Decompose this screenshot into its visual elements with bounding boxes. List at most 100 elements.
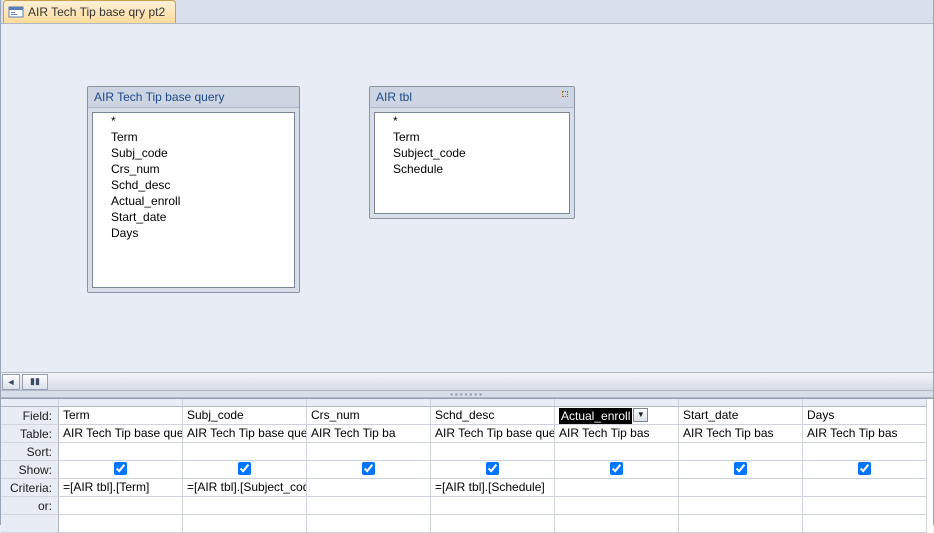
grid-cell[interactable] <box>307 497 431 515</box>
field-item[interactable]: Days <box>93 225 294 241</box>
grid-cell[interactable] <box>555 497 679 515</box>
grid-cell[interactable]: AIR Tech Tip base que <box>59 425 183 443</box>
grid-cell[interactable]: Subj_code <box>183 407 307 425</box>
grid-cell[interactable] <box>555 443 679 461</box>
show-checkbox[interactable] <box>858 462 871 475</box>
grid-cell[interactable]: Start_date <box>679 407 803 425</box>
column-header[interactable] <box>555 399 679 407</box>
tab-bar: AIR Tech Tip base qry pt2 <box>1 0 933 24</box>
grid-cell[interactable] <box>803 443 927 461</box>
grid-cell[interactable]: AIR Tech Tip bas <box>803 425 927 443</box>
selected-field[interactable]: Actual_enroll <box>559 408 632 424</box>
grid-cell[interactable]: =[AIR tbl].[Term] <box>59 479 183 497</box>
show-checkbox[interactable] <box>114 462 127 475</box>
grid-cell[interactable] <box>679 461 803 479</box>
grid-cell[interactable] <box>803 497 927 515</box>
dropdown-button[interactable]: ▼ <box>633 408 648 422</box>
scroll-track[interactable] <box>49 374 933 390</box>
grid-cell[interactable] <box>431 515 555 533</box>
field-list[interactable]: *TermSubj_codeCrs_numSchd_descActual_enr… <box>92 112 295 288</box>
show-checkbox[interactable] <box>486 462 499 475</box>
scroll-left-button[interactable]: ◄ <box>2 374 20 390</box>
show-checkbox[interactable] <box>734 462 747 475</box>
grid-cell[interactable]: AIR Tech Tip ba <box>307 425 431 443</box>
column-header[interactable] <box>183 399 307 407</box>
field-item[interactable]: Crs_num <box>93 161 294 177</box>
grid-cell[interactable] <box>431 461 555 479</box>
grid-cell[interactable] <box>803 515 927 533</box>
grid-cell[interactable]: AIR Tech Tip base quer <box>431 425 555 443</box>
row-label: Sort: <box>1 443 59 461</box>
grid-cell[interactable] <box>183 497 307 515</box>
show-checkbox[interactable] <box>610 462 623 475</box>
grid-cell[interactable]: Days <box>803 407 927 425</box>
grid-cell[interactable] <box>555 515 679 533</box>
grid-cell[interactable] <box>183 461 307 479</box>
grid-cell[interactable] <box>679 479 803 497</box>
grid-cell[interactable]: =[AIR tbl].[Subject_code] <box>183 479 307 497</box>
field-item[interactable]: Actual_enroll <box>93 193 294 209</box>
grid-cell[interactable] <box>803 461 927 479</box>
grid-cell[interactable]: Schd_desc <box>431 407 555 425</box>
row-label: Table: <box>1 425 59 443</box>
grid-cell[interactable] <box>183 443 307 461</box>
grid-cell[interactable]: Actual_enroll▼ <box>555 407 679 425</box>
grid-cell[interactable] <box>307 515 431 533</box>
grid-cell[interactable] <box>59 461 183 479</box>
grid-cell[interactable] <box>307 479 431 497</box>
field-item[interactable]: * <box>93 113 294 129</box>
grid-cell[interactable]: Term <box>59 407 183 425</box>
tab-label: AIR Tech Tip base qry pt2 <box>28 5 165 19</box>
grid-cell[interactable]: =[AIR tbl].[Schedule] <box>431 479 555 497</box>
tab-active[interactable]: AIR Tech Tip base qry pt2 <box>3 0 176 23</box>
field-item[interactable]: Schedule <box>375 161 569 177</box>
show-checkbox[interactable] <box>238 462 251 475</box>
field-item[interactable]: Term <box>93 129 294 145</box>
column-header[interactable] <box>59 399 183 407</box>
grid-cell[interactable] <box>307 461 431 479</box>
grid-cell[interactable] <box>59 443 183 461</box>
table-box-title: AIR Tech Tip base query <box>88 87 299 108</box>
field-item[interactable]: Subject_code <box>375 145 569 161</box>
design-surface[interactable]: AIR Tech Tip base query *TermSubj_codeCr… <box>1 24 933 372</box>
field-item[interactable]: Start_date <box>93 209 294 225</box>
column-header[interactable] <box>307 399 431 407</box>
field-item[interactable]: Term <box>375 129 569 145</box>
grid-cell[interactable]: Crs_num <box>307 407 431 425</box>
pane-splitter[interactable]: ▪▪▪▪▪▪▪ <box>1 390 933 398</box>
grid-cell[interactable]: AIR Tech Tip bas <box>679 425 803 443</box>
row-label: Show: <box>1 461 59 479</box>
table-box-base-query[interactable]: AIR Tech Tip base query *TermSubj_codeCr… <box>87 86 300 293</box>
resize-handle-icon[interactable] <box>562 91 568 97</box>
column-header[interactable] <box>803 399 927 407</box>
grid-cell[interactable] <box>555 479 679 497</box>
field-item[interactable]: * <box>375 113 569 129</box>
field-item[interactable]: Schd_desc <box>93 177 294 193</box>
grid-cell[interactable] <box>679 515 803 533</box>
column-header[interactable] <box>679 399 803 407</box>
grid-cell[interactable] <box>431 443 555 461</box>
query-design-window: AIR Tech Tip base qry pt2 AIR Tech Tip b… <box>0 0 934 525</box>
field-list[interactable]: *TermSubject_codeSchedule <box>374 112 570 214</box>
design-hscroll[interactable]: ◄ ▮▮ <box>1 372 933 390</box>
grid-cell[interactable] <box>183 515 307 533</box>
qbe-grid[interactable]: Field:TermSubj_codeCrs_numSchd_descActua… <box>1 398 933 533</box>
grid-cell[interactable] <box>307 443 431 461</box>
grid-cell[interactable] <box>679 443 803 461</box>
column-header[interactable] <box>431 399 555 407</box>
grid-cell[interactable]: AIR Tech Tip bas <box>555 425 679 443</box>
show-checkbox[interactable] <box>362 462 375 475</box>
scroll-thumb[interactable]: ▮▮ <box>22 374 48 390</box>
grid-cell[interactable] <box>803 479 927 497</box>
grid-cell[interactable]: AIR Tech Tip base query <box>183 425 307 443</box>
grid-cell[interactable] <box>679 497 803 515</box>
grid-cell[interactable] <box>555 461 679 479</box>
table-box-air-tbl[interactable]: AIR tbl *TermSubject_codeSchedule <box>369 86 575 219</box>
grid-cell[interactable] <box>59 515 183 533</box>
grip-icon: ▪▪▪▪▪▪▪ <box>450 390 484 399</box>
grid-cell[interactable] <box>431 497 555 515</box>
table-box-title: AIR tbl <box>370 87 574 108</box>
grid-cell[interactable] <box>59 497 183 515</box>
query-icon <box>8 4 24 20</box>
field-item[interactable]: Subj_code <box>93 145 294 161</box>
